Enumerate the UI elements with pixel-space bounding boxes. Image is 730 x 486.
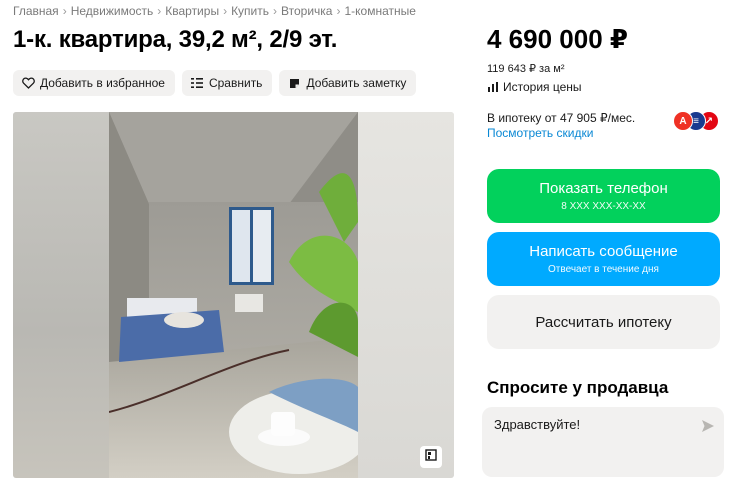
breadcrumb: Главная › Недвижимость › Квартиры › Купить › Вто…: [13, 4, 416, 18]
fullscreen-icon: [425, 448, 437, 466]
price-history-label: История цены: [503, 80, 582, 94]
breadcrumb-separator: ›: [157, 4, 162, 18]
add-favorite-button[interactable]: Добавить в избранное: [13, 70, 175, 96]
add-favorite-label: Добавить в избранное: [40, 76, 165, 90]
breadcrumb-item-one-room[interactable]: 1-комнатные: [344, 4, 415, 18]
fullscreen-button[interactable]: [420, 446, 442, 468]
show-phone-button[interactable]: Показать телефон 8 XXX XXX-XX-XX: [487, 169, 720, 223]
send-icon[interactable]: [701, 419, 715, 433]
ask-seller-field[interactable]: Здравствуйте!: [482, 407, 724, 477]
breadcrumb-item-realty[interactable]: Недвижимость: [71, 4, 154, 18]
breadcrumb-separator: ›: [223, 4, 228, 18]
calculate-mortgage-button[interactable]: Рассчитать ипотеку: [487, 295, 720, 349]
breadcrumb-separator: ›: [336, 4, 341, 18]
response-time: Отвечает в течение дня: [548, 264, 659, 275]
mortgage-text: В ипотеку от 47 905 ₽/мес.: [487, 111, 636, 125]
gallery-blur-left: [13, 112, 109, 478]
breadcrumb-item-apartments[interactable]: Квартиры: [165, 4, 219, 18]
gallery-blur-right: [358, 112, 454, 478]
breadcrumb-item-secondary[interactable]: Вторичка: [281, 4, 332, 18]
apartment-photo[interactable]: [109, 112, 358, 478]
breadcrumb-separator: ›: [62, 4, 67, 18]
price-history-link[interactable]: История цены: [487, 80, 582, 94]
page-title: 1-к. квартира, 39,2 м², 2/9 эт.: [13, 26, 338, 53]
write-message-button[interactable]: Написать сообщение Отвечает в течение дн…: [487, 232, 720, 286]
show-phone-label: Показать телефон: [539, 180, 668, 197]
write-message-label: Написать сообщение: [529, 243, 678, 260]
ask-seller-title: Спросите у продавца: [487, 378, 669, 397]
breadcrumb-item-home[interactable]: Главная: [13, 4, 59, 18]
price-per-meter: 119 643 ₽ за м²: [487, 63, 565, 75]
alfa-bank-icon: A: [673, 111, 693, 131]
chart-icon: [487, 81, 499, 93]
note-icon: [287, 76, 301, 90]
add-note-button[interactable]: Добавить заметку: [279, 70, 417, 96]
compare-label: Сравнить: [208, 76, 263, 90]
phone-mask: 8 XXX XXX-XX-XX: [561, 201, 646, 212]
add-note-label: Добавить заметку: [306, 76, 407, 90]
price: 4 690 000 ₽: [487, 24, 628, 54]
discounts-link[interactable]: Посмотреть скидки: [487, 126, 593, 140]
ask-seller-input[interactable]: Здравствуйте!: [494, 417, 580, 432]
action-bar: Добавить в избранное Сравнить Добавить з…: [13, 70, 417, 96]
photo-gallery[interactable]: [13, 112, 454, 478]
compare-button[interactable]: Сравнить: [181, 70, 273, 96]
calculate-mortgage-label: Рассчитать ипотеку: [535, 313, 672, 331]
heart-icon: [21, 76, 35, 90]
breadcrumb-separator: ›: [273, 4, 278, 18]
compare-icon: [190, 76, 204, 90]
bank-logos: A ≡ ↗: [673, 111, 719, 133]
breadcrumb-item-buy[interactable]: Купить: [231, 4, 269, 18]
